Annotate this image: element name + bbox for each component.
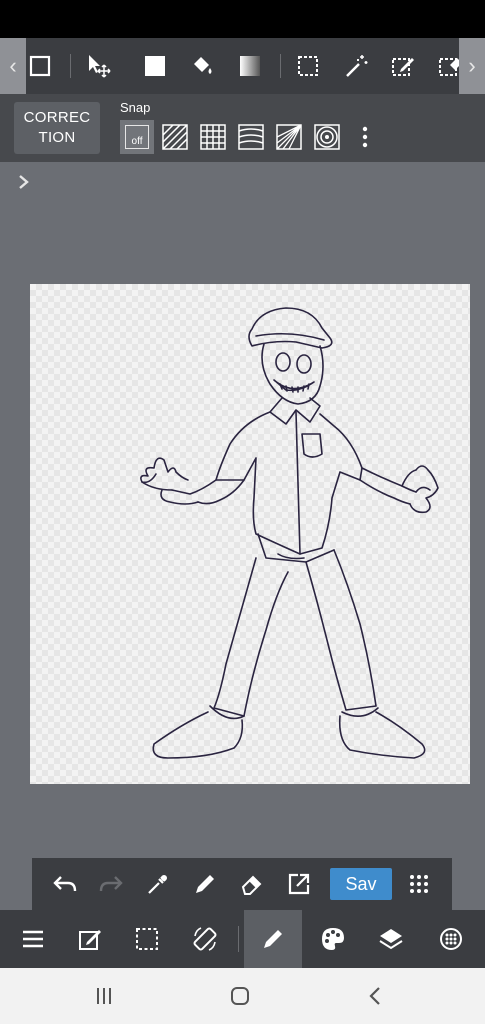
scroll-right-button[interactable]: › — [459, 38, 485, 94]
concentric-snap-icon[interactable] — [310, 120, 344, 154]
edit-icon[interactable] — [61, 910, 119, 968]
quick-action-bar: Sav — [32, 858, 452, 910]
more-options-icon[interactable] — [348, 120, 382, 154]
redo-icon[interactable] — [88, 858, 134, 910]
gradient-tool-icon[interactable] — [230, 38, 270, 94]
grid-snap-icon[interactable] — [196, 120, 230, 154]
pen-icon[interactable] — [182, 858, 228, 910]
snap-bar: CORREC TION Snap off — [0, 94, 485, 162]
drawing-canvas[interactable] — [30, 284, 470, 784]
export-icon[interactable] — [276, 858, 322, 910]
bottom-toolbar — [0, 910, 485, 968]
perspective-snap-icon[interactable] — [272, 120, 306, 154]
fill-tool-icon[interactable] — [135, 38, 175, 94]
undo-icon[interactable] — [42, 858, 88, 910]
magic-wand-tool-icon[interactable] — [336, 38, 376, 94]
eyedropper-icon[interactable] — [135, 858, 181, 910]
selection-icon[interactable] — [118, 910, 176, 968]
rotate-screen-icon[interactable] — [176, 910, 234, 968]
select-tool-icon[interactable] — [288, 38, 328, 94]
curve-snap-icon[interactable] — [234, 120, 268, 154]
select-pen-tool-icon[interactable] — [383, 38, 423, 94]
menu-icon[interactable] — [4, 910, 62, 968]
snap-label: Snap — [120, 100, 151, 115]
snap-off-button[interactable]: off — [120, 120, 154, 154]
home-icon[interactable] — [210, 968, 270, 1024]
correction-button[interactable]: CORREC TION — [14, 102, 100, 154]
system-nav-bar — [0, 968, 485, 1024]
move-tool-icon[interactable] — [78, 38, 118, 94]
back-icon[interactable] — [346, 968, 406, 1024]
save-button[interactable]: Sav — [330, 868, 392, 900]
layers-icon[interactable] — [362, 910, 420, 968]
rectangle-tool-icon[interactable] — [20, 38, 60, 94]
parallel-snap-icon[interactable] — [158, 120, 192, 154]
bottom-divider — [238, 926, 239, 952]
eraser-icon[interactable] — [229, 858, 275, 910]
line-art-drawing — [140, 307, 439, 759]
grid-menu-icon[interactable] — [396, 858, 442, 910]
status-bar — [0, 0, 485, 38]
expand-panel-icon[interactable] — [14, 172, 34, 198]
recent-apps-icon[interactable] — [74, 968, 134, 1024]
pen-tool-icon[interactable] — [244, 910, 302, 968]
tool-strip: ‹ › — [0, 38, 485, 94]
toolbar-divider — [280, 54, 281, 78]
settings-dial-icon[interactable] — [422, 910, 480, 968]
color-palette-icon[interactable] — [304, 910, 362, 968]
bucket-tool-icon[interactable] — [182, 38, 222, 94]
toolbar-divider — [70, 54, 71, 78]
snap-off-label: off — [125, 125, 149, 149]
